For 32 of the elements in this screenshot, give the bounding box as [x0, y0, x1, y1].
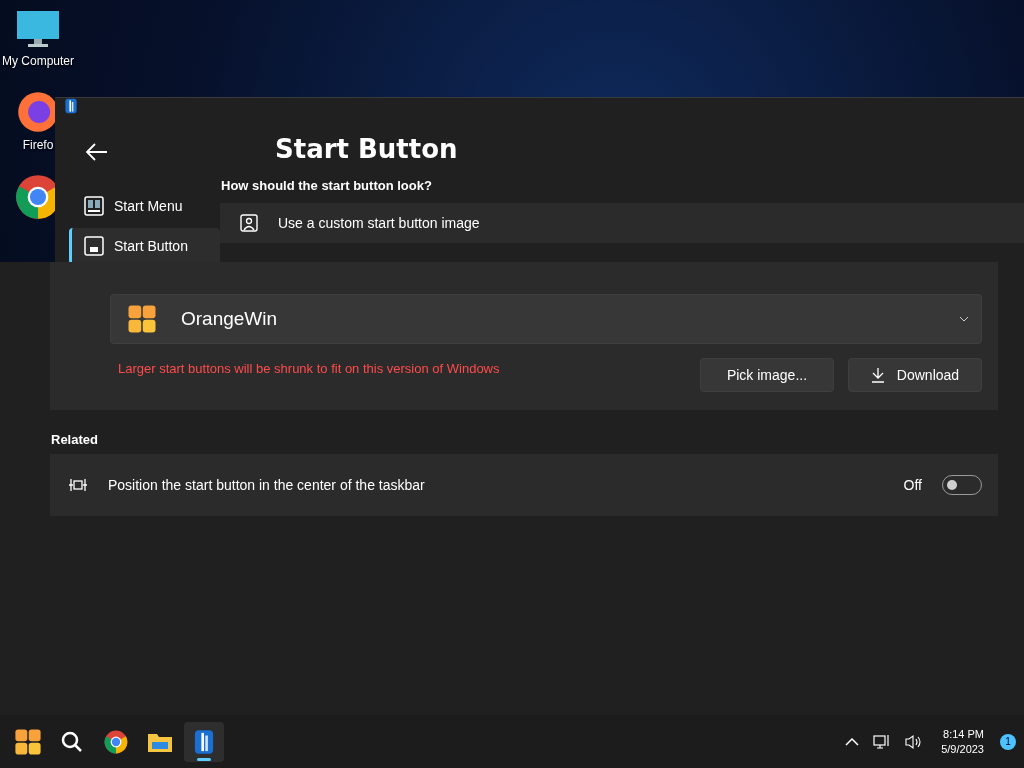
section-heading: How should the start button look? [221, 178, 433, 193]
notification-badge[interactable]: 1 [1000, 733, 1016, 750]
page-title: Start Button [275, 134, 459, 164]
nav-item[interactable]: Start Button [69, 228, 220, 262]
setting-label: Position the start button in the center of the taskbar [108, 477, 426, 493]
download-button[interactable]: Download [848, 358, 982, 392]
app-icon [63, 98, 79, 114]
four-squares-icon [127, 304, 157, 334]
image-icon [240, 214, 258, 232]
pick-image-button[interactable]: Pick image... [700, 358, 834, 392]
back-arrow-icon [86, 143, 108, 161]
nav-item[interactable]: Start Menu [69, 188, 220, 224]
start-menu-icon [84, 196, 104, 216]
chevron-down-icon [959, 316, 969, 322]
desktop-icon-label[interactable]: My Computer [2, 54, 74, 68]
search-icon [60, 729, 84, 754]
taskbar-button[interactable] [184, 721, 224, 762]
download-icon [870, 367, 885, 383]
center-align-icon [68, 477, 88, 493]
expander-header[interactable]: Use a custom start button image [220, 203, 1024, 243]
toggle-state-text: Off [903, 477, 922, 493]
clock-date[interactable]: 5/9/2023 [941, 743, 984, 755]
chrome-icon [104, 729, 128, 754]
start-button-icon [84, 236, 104, 256]
four-squares-icon [14, 727, 42, 756]
style-dropdown[interactable]: OrangeWin [110, 294, 982, 344]
expander-label: Use a custom start button image [278, 215, 480, 231]
desktop-icon-label[interactable]: Firefo [22, 138, 54, 152]
monitor-icon [16, 10, 60, 50]
clock-time[interactable]: 8:14 PM [943, 728, 984, 740]
warning-text: Larger start buttons will be shrunk to fit on this version of Windows [118, 360, 501, 376]
related-heading: Related [51, 432, 99, 447]
